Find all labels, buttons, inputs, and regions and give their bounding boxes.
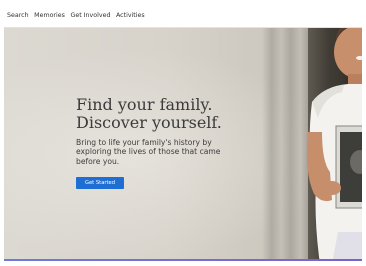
hero-headline: Find your family. Discover yourself.: [76, 96, 222, 132]
nav-item-search[interactable]: Search: [7, 12, 29, 19]
get-started-button[interactable]: Get Started: [76, 177, 124, 189]
nav-item-get-involved[interactable]: Get Involved: [70, 12, 110, 19]
top-navigation: Search Memories Get Involved Activities: [4, 4, 362, 28]
headline-line-2: Discover yourself.: [76, 113, 222, 132]
nav-item-activities[interactable]: Activities: [116, 12, 145, 19]
hero-subtext: Bring to life your family's history by e…: [76, 138, 221, 166]
hero-person-image: [306, 28, 362, 259]
headline-line-1: Find your family.: [76, 95, 213, 114]
accent-divider: [4, 259, 362, 261]
nav-item-memories[interactable]: Memories: [34, 12, 65, 19]
hero-banner: Find your family. Discover yourself. Bri…: [4, 28, 362, 259]
